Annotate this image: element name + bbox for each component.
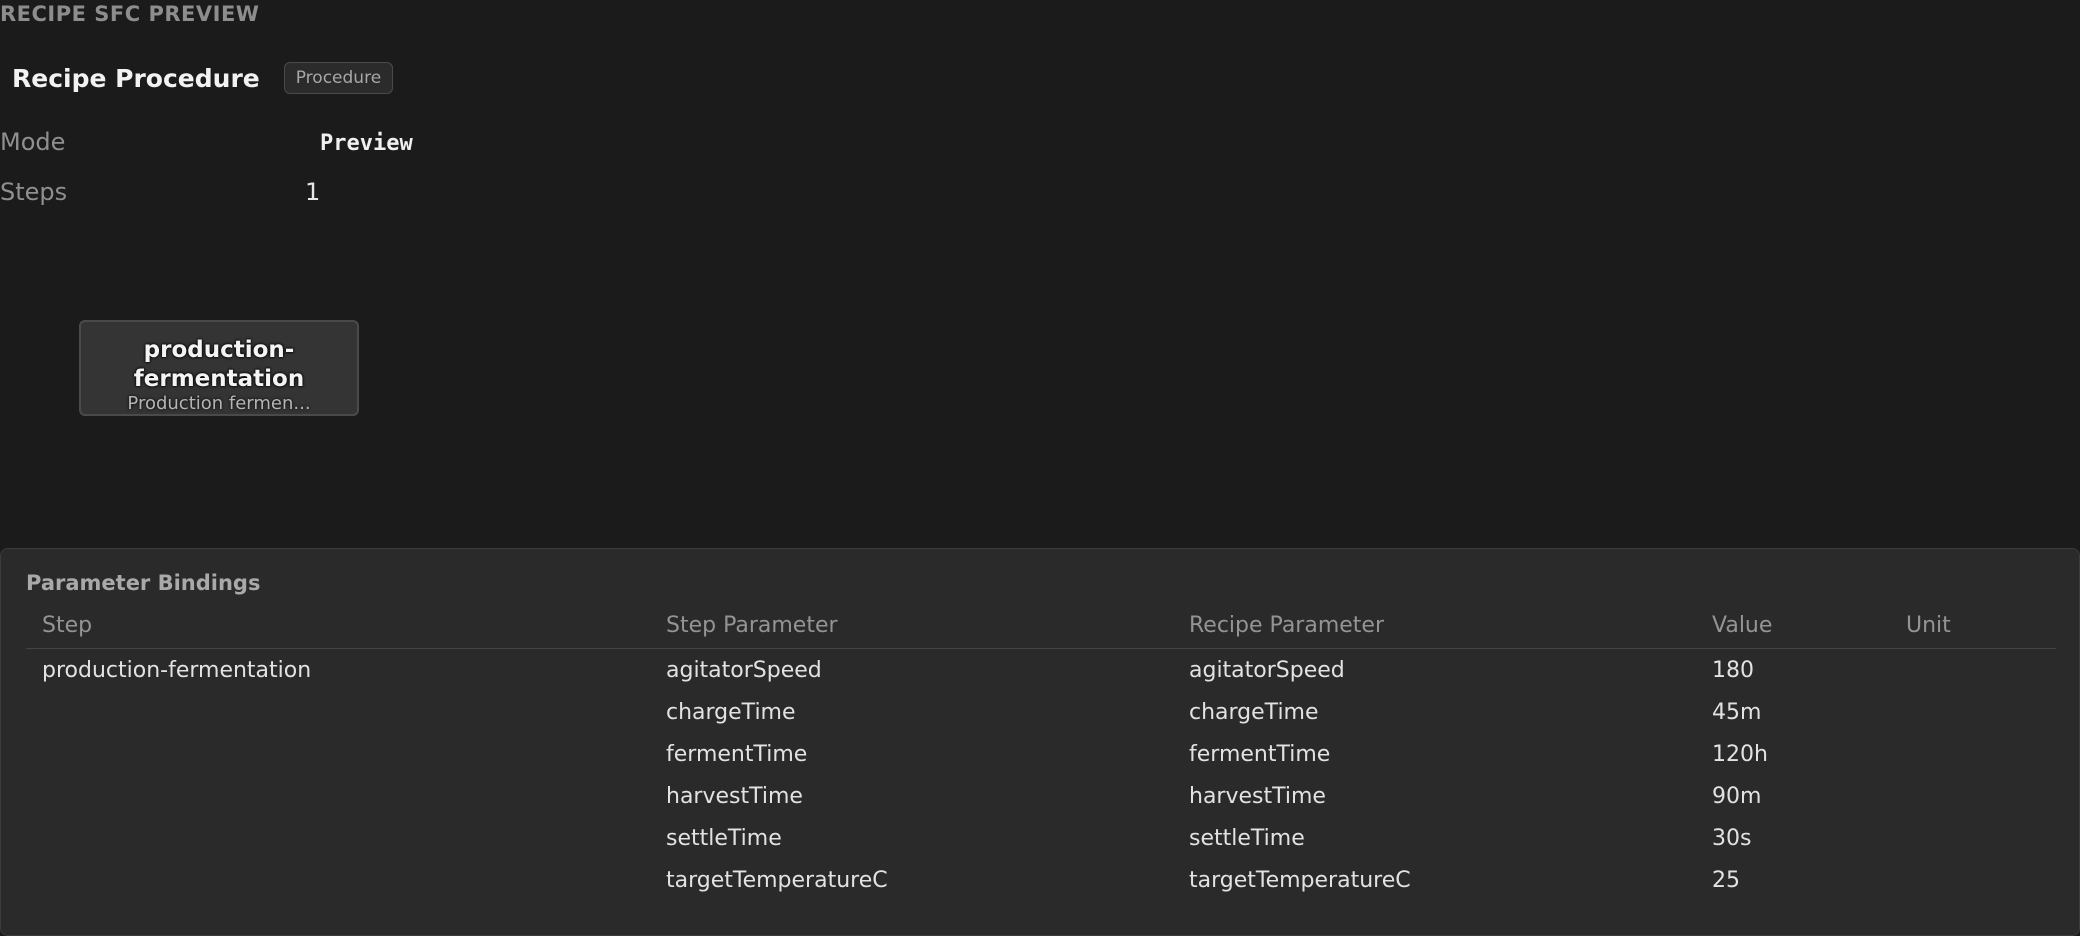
cell-unit — [1890, 649, 2056, 692]
cell-step — [26, 733, 650, 775]
cell-step-parameter: targetTemperatureC — [666, 867, 888, 893]
cell-value: 180 — [1712, 657, 1754, 683]
cell-unit — [1890, 691, 2056, 733]
sfc-step-node[interactable]: production-fermentation Production ferme… — [79, 320, 359, 416]
table-row: production-fermentation agitatorSpeed ag… — [26, 649, 2056, 692]
cell-step — [26, 817, 650, 859]
column-header-value: Value — [1696, 613, 1890, 649]
cell-value: 25 — [1712, 867, 1740, 893]
column-header-unit: Unit — [1890, 613, 2056, 649]
parameter-bindings-title: Parameter Bindings — [26, 571, 261, 595]
column-header-step-parameter: Step Parameter — [650, 613, 1173, 649]
cell-recipe-parameter: targetTemperatureC — [1189, 867, 1411, 893]
cell-recipe-parameter: settleTime — [1189, 825, 1305, 851]
table-row: fermentTime fermentTime 120h — [26, 733, 2056, 775]
procedure-type-badge: Procedure — [283, 62, 394, 94]
table-row: settleTime settleTime 30s — [26, 817, 2056, 859]
parameter-bindings-table: Step Step Parameter Recipe Parameter Val… — [26, 613, 2056, 901]
steps-count: 1 — [305, 178, 321, 206]
cell-step-parameter: harvestTime — [666, 783, 803, 809]
cell-step-parameter: agitatorSpeed — [666, 657, 822, 683]
table-header-row: Step Step Parameter Recipe Parameter Val… — [26, 613, 2056, 649]
cell-value: 45m — [1712, 699, 1762, 725]
cell-value: 30s — [1712, 825, 1752, 851]
mode-row: Mode Preview — [0, 128, 413, 156]
steps-label: Steps — [0, 178, 68, 206]
table-row: harvestTime harvestTime 90m — [26, 775, 2056, 817]
cell-recipe-parameter: agitatorSpeed — [1189, 657, 1345, 683]
column-header-step: Step — [26, 613, 650, 649]
procedure-title: Recipe Procedure — [12, 63, 260, 93]
cell-step-parameter: fermentTime — [666, 741, 808, 767]
cell-value: 120h — [1712, 741, 1768, 767]
cell-unit — [1890, 859, 2056, 901]
cell-step-parameter: chargeTime — [666, 699, 796, 725]
cell-unit — [1890, 817, 2056, 859]
sfc-step-name: production-fermentation — [133, 337, 305, 392]
cell-recipe-parameter: fermentTime — [1189, 741, 1331, 767]
mode-label: Mode — [0, 128, 66, 156]
cell-step — [26, 775, 650, 817]
section-title: RECIPE SFC PREVIEW — [0, 2, 260, 26]
cell-recipe-parameter: harvestTime — [1189, 783, 1326, 809]
cell-step: production-fermentation — [42, 657, 312, 683]
steps-row: Steps 1 — [0, 178, 320, 206]
column-header-recipe-parameter: Recipe Parameter — [1173, 613, 1696, 649]
cell-unit — [1890, 733, 2056, 775]
cell-step — [26, 691, 650, 733]
cell-step-parameter: settleTime — [666, 825, 782, 851]
parameter-bindings-panel: Parameter Bindings Step Step Parameter R… — [0, 548, 2080, 936]
cell-value: 90m — [1712, 783, 1762, 809]
cell-unit — [1890, 775, 2056, 817]
mode-value: Preview — [320, 131, 413, 156]
table-row: chargeTime chargeTime 45m — [26, 691, 2056, 733]
procedure-header: Recipe Procedure Procedure — [12, 62, 394, 94]
table-row: targetTemperatureC targetTemperatureC 25 — [26, 859, 2056, 901]
cell-step — [26, 859, 650, 901]
cell-recipe-parameter: chargeTime — [1189, 699, 1319, 725]
sfc-step-description: Production fermen... — [127, 394, 311, 414]
